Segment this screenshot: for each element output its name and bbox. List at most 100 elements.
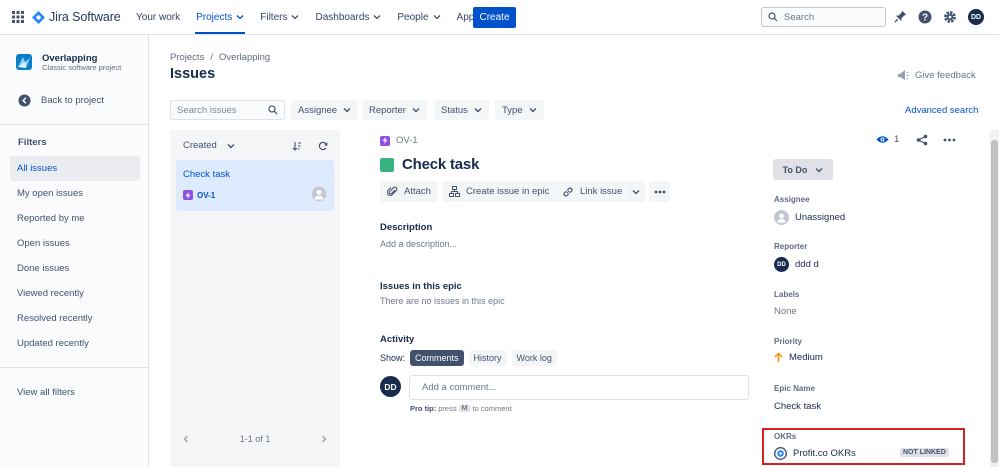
nav-filters[interactable]: Filters (252, 0, 307, 34)
chevron-down-icon (433, 15, 440, 20)
description-input[interactable]: Add a description... (380, 239, 457, 249)
create-issue-in-epic-button[interactable]: Create issue in epic (442, 181, 557, 202)
paperclip-icon (387, 186, 398, 196)
global-search-input[interactable]: Search (761, 7, 886, 27)
filter-my-open-issues[interactable]: My open issues (10, 181, 140, 206)
share-icon[interactable] (916, 134, 928, 146)
scrollbar-thumb[interactable] (991, 140, 998, 463)
status-dropdown[interactable]: Status (434, 100, 489, 120)
nav-your-work[interactable]: Your work (128, 0, 188, 34)
pagination-text: 1-1 of 1 (239, 434, 271, 444)
nav-dashboards[interactable]: Dashboards (307, 0, 389, 34)
dropdown-label: Type (502, 104, 523, 116)
assignee-dropdown[interactable]: Assignee (291, 100, 359, 120)
notifications-icon[interactable] (894, 10, 907, 23)
labels-label: Labels (774, 290, 800, 299)
reporter-dropdown[interactable]: Reporter (362, 100, 427, 120)
issue-title[interactable]: Check task (380, 156, 479, 173)
tab-work-log[interactable]: Work log (511, 350, 557, 366)
assignee-label: Assignee (774, 195, 810, 204)
chevron-down-icon[interactable] (632, 188, 640, 196)
chevron-right-icon[interactable] (320, 435, 328, 443)
attach-label: Attach (404, 186, 431, 197)
unassigned-avatar-icon (774, 210, 789, 225)
sort-created-dropdown[interactable]: Created (183, 140, 235, 151)
filter-viewed-recently[interactable]: Viewed recently (10, 281, 140, 306)
chevron-down-icon (227, 143, 235, 148)
search-issues-input[interactable]: Search issues (170, 100, 285, 120)
labels-field[interactable]: None (774, 306, 797, 317)
issues-in-epic-heading: Issues in this epic (380, 281, 462, 292)
commenter-avatar: DD (380, 376, 401, 397)
task-type-icon (380, 157, 394, 172)
sort-order-icon[interactable] (292, 141, 302, 151)
reporter-field[interactable]: DD ddd d (774, 257, 819, 272)
dropdown-label: Assignee (298, 104, 338, 116)
project-sidebar: Overlapping Classic software project Bac… (0, 35, 149, 467)
user-avatar[interactable]: DD (968, 9, 984, 25)
more-actions-button[interactable] (649, 181, 670, 202)
help-icon[interactable]: ? (918, 10, 932, 24)
tab-comments[interactable]: Comments (410, 350, 464, 366)
page-title: Issues (170, 66, 216, 82)
chevron-down-icon (815, 167, 823, 172)
hierarchy-icon (449, 186, 460, 197)
epic-name-field[interactable]: Check task (774, 401, 821, 412)
top-navigation-bar: Jira Software Your work Projects Filters… (0, 0, 999, 35)
chevron-down-icon (474, 108, 482, 113)
create-button[interactable]: Create (473, 7, 516, 28)
advanced-search-link[interactable]: Advanced search (905, 105, 978, 116)
refresh-icon[interactable] (318, 141, 328, 151)
nav-people[interactable]: People (389, 0, 448, 34)
watch-count: 1 (894, 134, 900, 145)
reporter-label: Reporter (774, 242, 808, 251)
priority-value: Medium (789, 352, 823, 363)
priority-field[interactable]: Medium (774, 352, 823, 363)
assignee-field[interactable]: Unassigned (774, 210, 845, 225)
chevron-down-icon (236, 15, 244, 20)
filter-resolved-recently[interactable]: Resolved recently (10, 306, 140, 331)
view-all-filters-link[interactable]: View all filters (17, 387, 75, 398)
activity-heading: Activity (380, 334, 415, 345)
issue-key-link[interactable]: OV-1 (380, 135, 418, 146)
chevron-left-icon[interactable] (182, 435, 190, 443)
epic-name-label: Epic Name (774, 384, 815, 393)
back-to-project-link[interactable]: Back to project (18, 94, 104, 107)
status-label: To Do (782, 164, 808, 175)
nav-label: People (397, 11, 429, 23)
tab-history[interactable]: History (468, 350, 507, 366)
reporter-value: ddd d (795, 259, 819, 270)
status-transition-button[interactable]: To Do (773, 159, 833, 180)
breadcrumb-projects[interactable]: Projects (170, 52, 204, 63)
more-horizontal-icon[interactable] (943, 138, 956, 142)
filter-all-issues[interactable]: All issues (10, 156, 140, 181)
filter-open-issues[interactable]: Open issues (10, 231, 140, 256)
unassigned-avatar-icon (311, 186, 327, 202)
search-icon (268, 105, 278, 115)
chevron-down-icon (412, 108, 420, 113)
give-feedback-button[interactable]: Give feedback (897, 69, 976, 81)
app-switcher-icon[interactable] (12, 11, 24, 23)
type-dropdown[interactable]: Type (495, 100, 544, 120)
jira-diamond-icon (32, 10, 45, 24)
filter-reported-by-me[interactable]: Reported by me (10, 206, 140, 231)
chevron-down-icon (343, 108, 351, 113)
filter-done-issues[interactable]: Done issues (10, 256, 140, 281)
add-comment-input[interactable]: Add a comment... (409, 375, 749, 400)
activity-filter: Show: Comments History Work log (380, 350, 557, 366)
assignee-value: Unassigned (795, 212, 846, 223)
filter-updated-recently[interactable]: Updated recently (10, 331, 140, 356)
issues-in-epic-empty: There are no issues in this epic (380, 296, 505, 306)
chevron-down-icon (373, 15, 381, 20)
svg-text:?: ? (922, 13, 928, 24)
nav-projects[interactable]: Projects (188, 0, 252, 34)
attach-button[interactable]: Attach (380, 181, 438, 202)
jira-logo[interactable]: Jira Software (32, 10, 121, 24)
link-issue-button[interactable]: Link issue (555, 181, 645, 202)
breadcrumb-overlapping[interactable]: Overlapping (219, 52, 270, 63)
watch-button[interactable]: 1 (876, 134, 899, 145)
issue-card[interactable]: Check task OV-1 (176, 160, 334, 211)
settings-gear-icon[interactable] (943, 10, 957, 24)
product-name: Jira Software (49, 10, 121, 24)
description-heading: Description (380, 222, 433, 233)
